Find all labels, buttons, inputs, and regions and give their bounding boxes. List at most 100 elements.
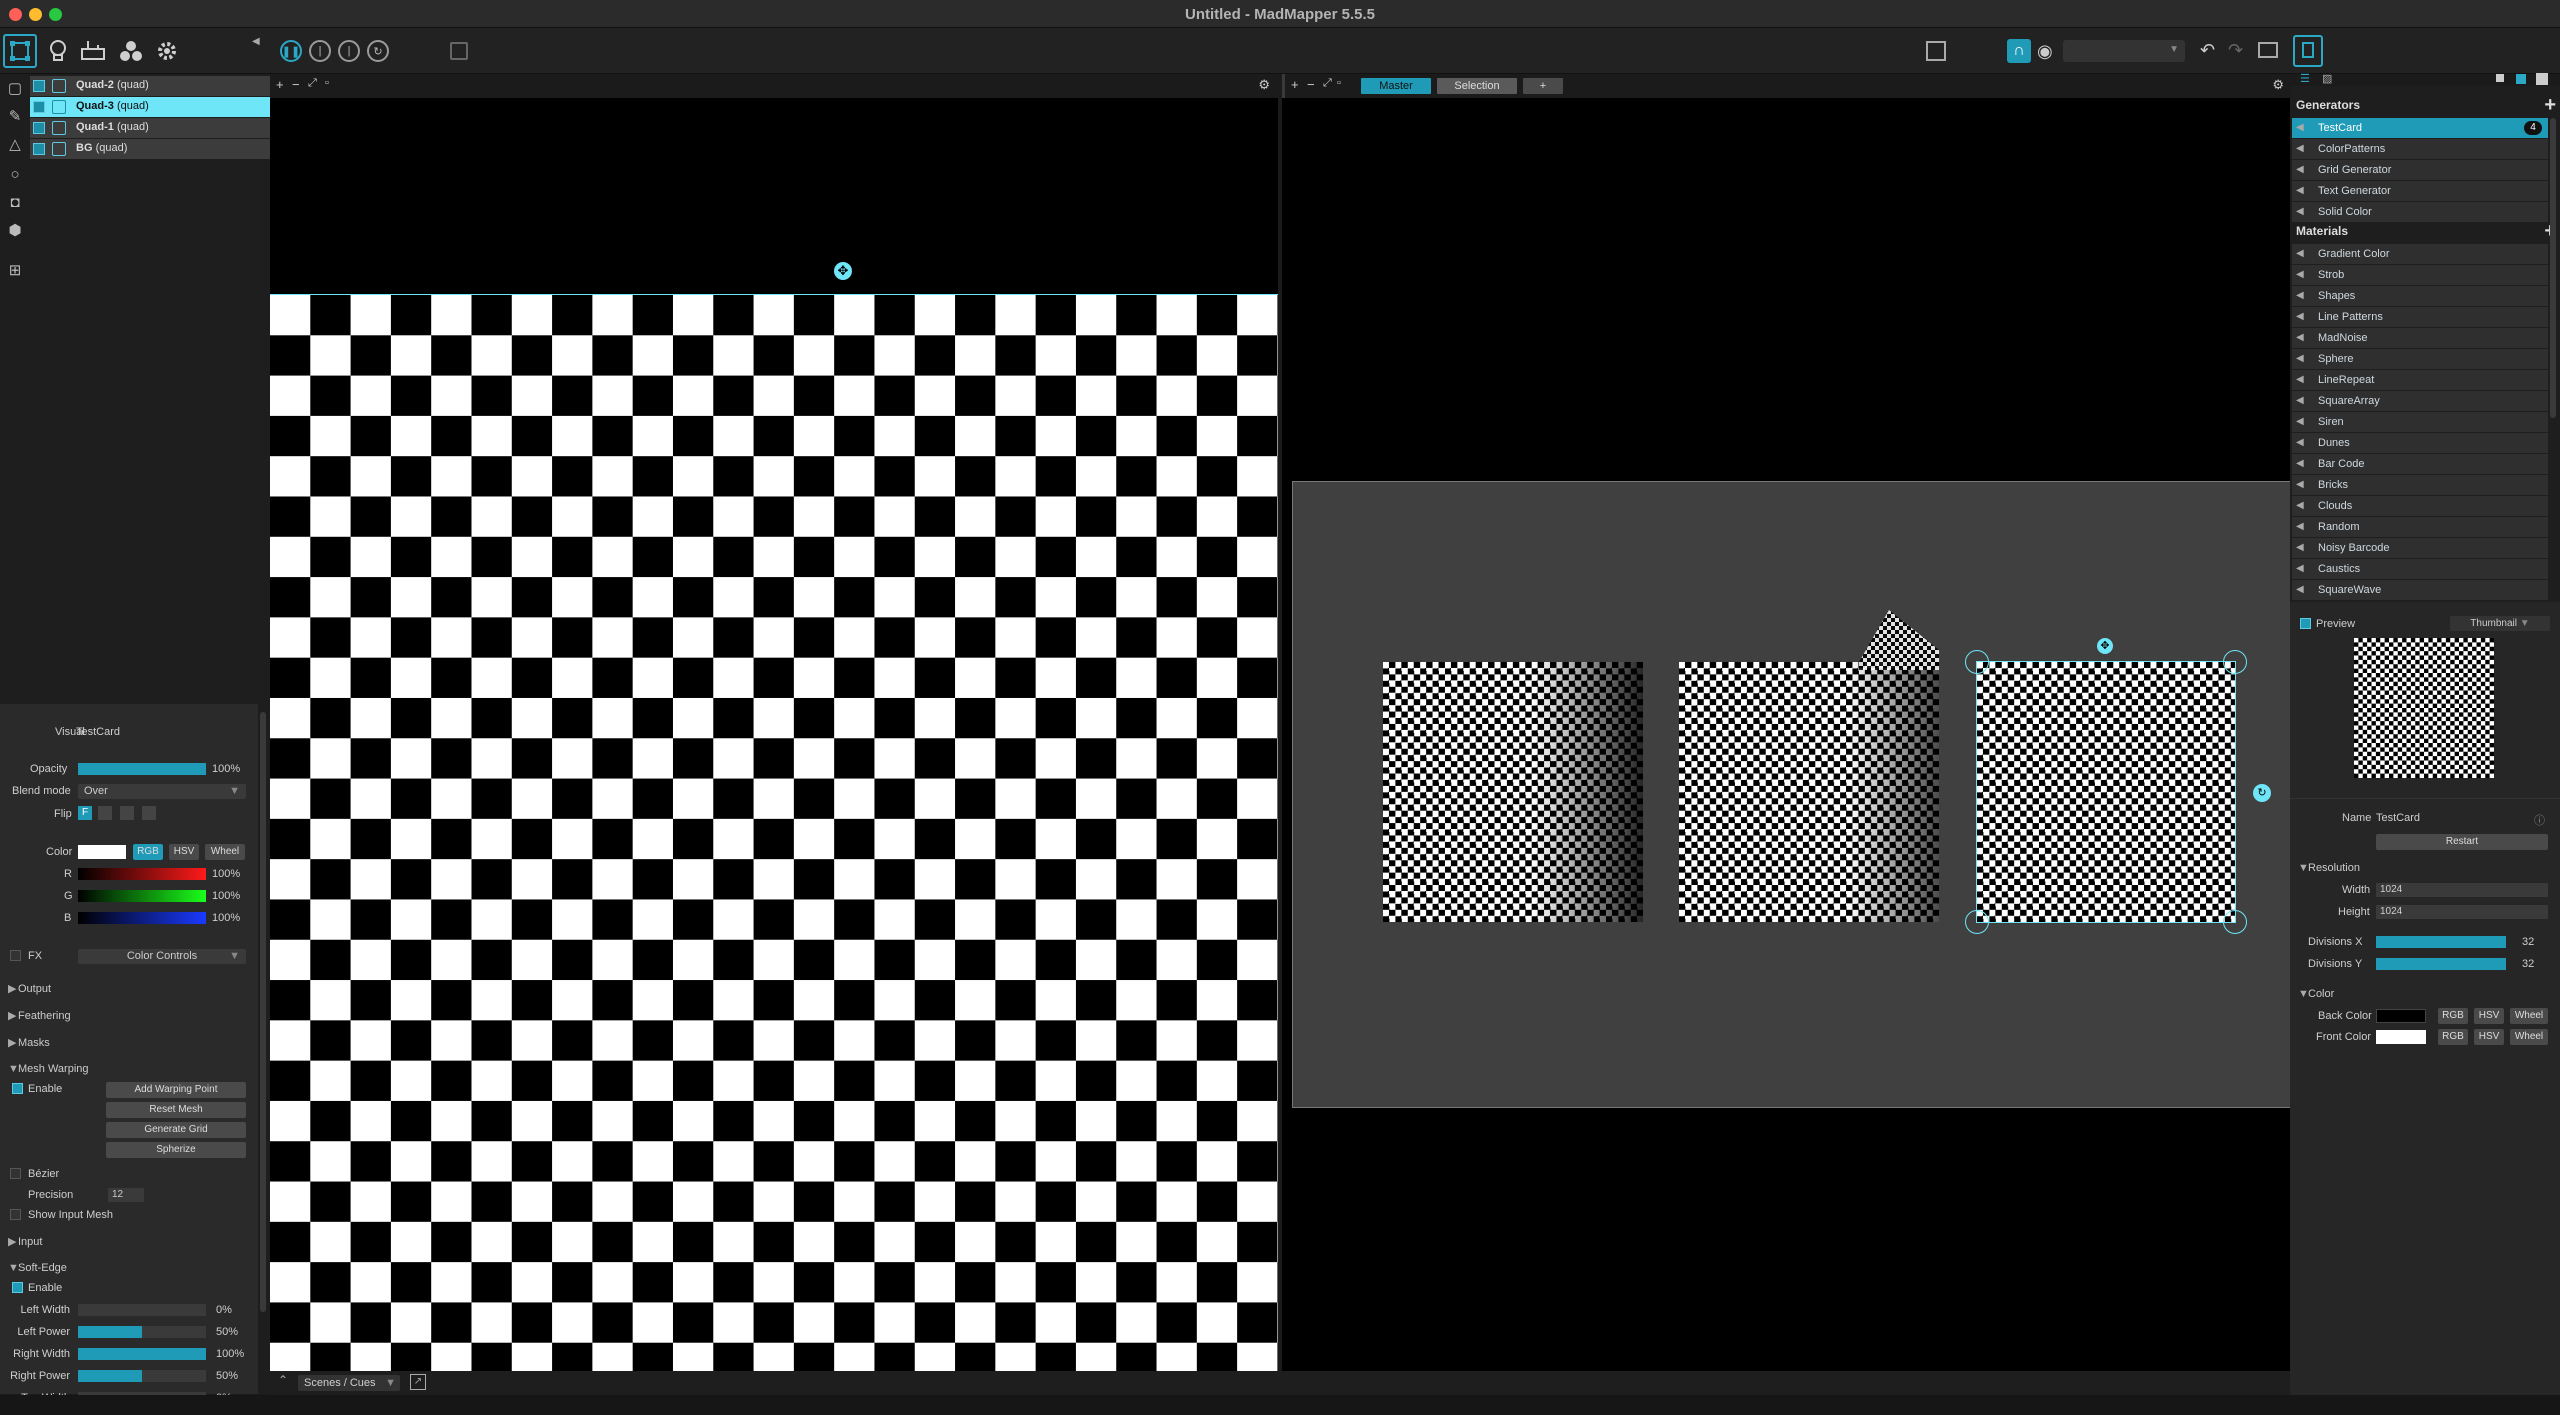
collapse-arrow-icon[interactable]: ◀: [252, 36, 260, 47]
soft-edge-slider[interactable]: [78, 1304, 206, 1316]
magnet-icon[interactable]: ∩: [2007, 39, 2031, 63]
expand-icon[interactable]: ◀: [2296, 542, 2304, 553]
material-item[interactable]: ◀ Strob: [2292, 265, 2548, 285]
front-rgb-button[interactable]: RGB: [2438, 1029, 2468, 1045]
small-size-icon[interactable]: [2496, 74, 2504, 82]
flip-vertical-button[interactable]: [120, 806, 134, 820]
list-view-icon[interactable]: ☰: [2300, 72, 2310, 85]
color-swatch[interactable]: [78, 845, 126, 859]
material-item[interactable]: ◀ Noisy Barcode: [2292, 538, 2548, 558]
mesh-warping-section[interactable]: ▼Mesh Warping: [8, 1063, 89, 1075]
corner-handle[interactable]: [2223, 910, 2247, 934]
fit-icon[interactable]: ⤢: [308, 77, 317, 90]
fullscreen-icon[interactable]: [1926, 41, 1946, 61]
divisions-y-slider[interactable]: [2376, 958, 2506, 970]
layer-visible-checkbox[interactable]: [33, 101, 45, 113]
zoom-in-icon[interactable]: +: [276, 77, 284, 92]
flip-horizontal-button[interactable]: [98, 806, 112, 820]
zoom-out-icon[interactable]: −: [1307, 77, 1315, 92]
back-color-swatch[interactable]: [2376, 1009, 2426, 1023]
expand-icon[interactable]: ◀: [2296, 290, 2304, 301]
material-item[interactable]: ◀ Siren: [2292, 412, 2548, 432]
color-section[interactable]: ▼Color: [2298, 988, 2334, 1000]
output-section[interactable]: ▶ Output: [8, 982, 51, 995]
fit-icon[interactable]: ⤢: [1323, 77, 1332, 90]
cube-tool-icon[interactable]: ⬢: [6, 222, 24, 240]
material-item[interactable]: ◀ Random: [2292, 517, 2548, 537]
material-item[interactable]: ◀ Bricks: [2292, 475, 2548, 495]
material-item[interactable]: ◀ LineRepeat: [2292, 370, 2548, 390]
projector-icon[interactable]: [76, 34, 110, 68]
library-scrollbar[interactable]: [2550, 118, 2556, 418]
inspector-toggle-icon[interactable]: [2293, 35, 2323, 67]
material-item[interactable]: ◀ Line Patterns: [2292, 307, 2548, 327]
resolution-section[interactable]: ▼Resolution: [2298, 862, 2360, 874]
output-view[interactable]: + − ⤢ ▫ Master Selection + ⚙ ✥ ↻: [1282, 74, 2292, 1371]
spherize-button[interactable]: Spherize: [106, 1142, 246, 1158]
wheel-mode-button[interactable]: Wheel: [205, 844, 245, 860]
expand-icon[interactable]: ◀: [2296, 374, 2304, 385]
preview-checkbox[interactable]: [2300, 618, 2311, 629]
rgb-mode-button[interactable]: RGB: [133, 844, 163, 860]
loop-button[interactable]: ↻: [367, 40, 389, 62]
green-slider[interactable]: [78, 890, 206, 902]
back-hsv-button[interactable]: HSV: [2474, 1008, 2504, 1024]
view-settings-icon[interactable]: ⚙: [2272, 77, 2284, 93]
corner-handle[interactable]: [2223, 650, 2247, 674]
expand-icon[interactable]: ◀: [2296, 206, 2304, 217]
expand-icon[interactable]: ◀: [2296, 395, 2304, 406]
mesh-enable-checkbox[interactable]: [12, 1083, 23, 1094]
input-section[interactable]: ▶ Input: [8, 1235, 42, 1248]
add-surface-icon[interactable]: ⊞: [6, 262, 24, 280]
layer-item[interactable]: Quad-2 (quad): [30, 76, 270, 96]
generator-item[interactable]: ◀ ColorPatterns: [2292, 139, 2548, 159]
image-view-icon[interactable]: ▨: [2322, 72, 2332, 85]
input-view[interactable]: + − ⤢ ▫ ⚙ ✥: [270, 74, 1278, 1371]
expand-icon[interactable]: ◀: [2296, 269, 2304, 280]
opacity-slider[interactable]: [78, 763, 206, 775]
select-tool-icon[interactable]: [3, 34, 37, 68]
material-item[interactable]: ◀ Clouds: [2292, 496, 2548, 516]
add-generator-icon[interactable]: +: [2544, 94, 2556, 117]
output-select[interactable]: ▼: [2063, 40, 2185, 62]
redo-icon[interactable]: ↷: [2228, 40, 2243, 61]
undo-icon[interactable]: ↶: [2200, 40, 2215, 61]
visual-value[interactable]: TestCard: [76, 726, 120, 738]
move-handle-icon[interactable]: ✥: [834, 262, 852, 280]
fx-select[interactable]: Color Controls ▼: [78, 949, 246, 964]
add-warping-point-button[interactable]: Add Warping Point: [106, 1082, 246, 1098]
material-item[interactable]: ◀ MadNoise: [2292, 328, 2548, 348]
soft-edge-section[interactable]: ▼Soft-Edge: [8, 1262, 67, 1274]
material-item[interactable]: ◀ Dunes: [2292, 433, 2548, 453]
soft-edge-slider[interactable]: [78, 1326, 206, 1338]
quad-1-surface[interactable]: [1679, 662, 1939, 922]
expand-icon[interactable]: ◀: [2296, 248, 2304, 259]
panel-scrollbar[interactable]: [258, 704, 270, 1394]
material-item[interactable]: ◀ SquareWave: [2292, 580, 2548, 600]
corner-handle[interactable]: [1965, 650, 1989, 674]
soft-edge-enable-checkbox[interactable]: [12, 1282, 23, 1293]
tab-master[interactable]: Master: [1361, 78, 1431, 94]
masks-section[interactable]: ▶ Masks: [8, 1036, 50, 1049]
view-settings-icon[interactable]: ⚙: [1258, 77, 1270, 93]
expand-icon[interactable]: ◀: [2296, 353, 2304, 364]
export-icon[interactable]: [2258, 42, 2278, 58]
width-input[interactable]: 1024: [2376, 883, 2548, 897]
divisions-x-slider[interactable]: [2376, 936, 2506, 948]
generator-item[interactable]: ◀ Grid Generator: [2292, 160, 2548, 180]
layer-visible-checkbox[interactable]: [33, 143, 45, 155]
generator-item[interactable]: ◀ Solid Color: [2292, 202, 2548, 222]
generator-item[interactable]: ◀ TestCard 4: [2292, 118, 2548, 138]
medium-size-icon[interactable]: [2516, 74, 2526, 84]
tab-selection[interactable]: Selection: [1437, 78, 1517, 94]
pause-button[interactable]: ❚❚: [280, 40, 302, 62]
soft-edge-slider[interactable]: [78, 1370, 206, 1382]
expand-icon[interactable]: ◀: [2296, 332, 2304, 343]
mask-tool-icon[interactable]: ◘: [6, 194, 24, 212]
blue-slider[interactable]: [78, 912, 206, 924]
generator-item[interactable]: ◀ Text Generator: [2292, 181, 2548, 201]
generate-grid-button[interactable]: Generate Grid: [106, 1122, 246, 1138]
expand-icon[interactable]: ◀: [2296, 521, 2304, 532]
lightbulb-icon[interactable]: [41, 34, 75, 68]
output-canvas[interactable]: ✥ ↻: [1292, 481, 2292, 1108]
